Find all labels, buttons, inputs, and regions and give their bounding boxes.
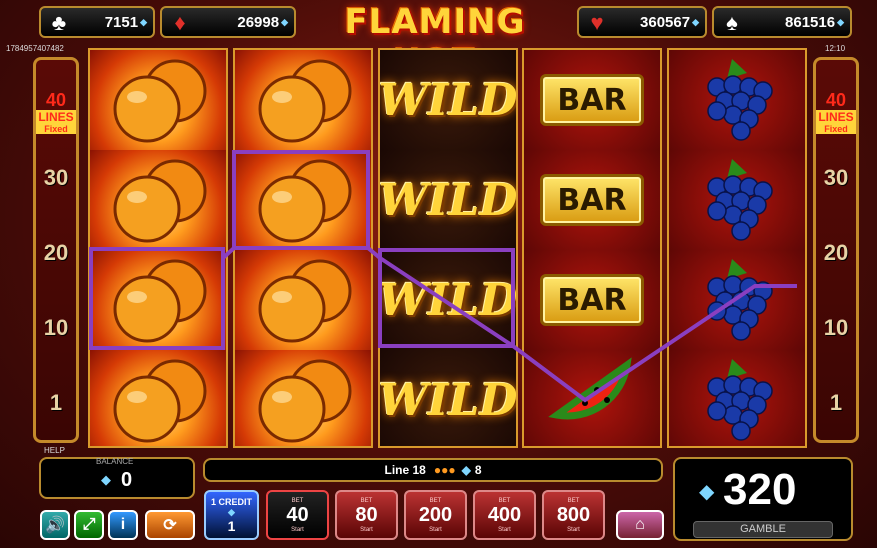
win-value: 320 <box>723 465 797 514</box>
diamond-icon: ◆ <box>228 506 235 517</box>
bet-button-800[interactable]: BET 800 Start <box>542 490 605 540</box>
credit-value: 1 <box>227 517 236 534</box>
credit-label: 1 CREDIT <box>210 496 252 507</box>
balance-panel: BALANCE ◆ 0 <box>39 457 195 499</box>
balance-value: 0 <box>121 469 133 491</box>
orange-icon: ●●● <box>433 463 456 477</box>
sound-icon[interactable]: 🔊 <box>40 510 70 540</box>
diamond-icon: ◆ <box>461 463 471 477</box>
winning-cell-frame <box>232 150 370 250</box>
bet-button-40[interactable]: BET 40 Start <box>266 490 329 540</box>
info-icon[interactable]: i <box>108 510 138 540</box>
bet-button-80[interactable]: BET 80 Start <box>335 490 398 540</box>
winning-cell-frame <box>89 247 225 350</box>
win-panel: ◆ 320 GAMBLE <box>673 457 853 541</box>
win-line-info: Line 18 ●●● ◆ 8 <box>203 458 663 482</box>
bet-start: Start <box>291 526 304 533</box>
bet-value: 80 <box>355 503 378 526</box>
credit-button[interactable]: 1 CREDIT ◆ 1 <box>204 490 259 540</box>
bet-value: 400 <box>487 503 522 526</box>
help-link[interactable]: HELP <box>44 446 65 455</box>
payline-18 <box>221 246 797 403</box>
gamble-button[interactable]: GAMBLE <box>693 521 833 538</box>
bet-start: Start <box>360 526 373 533</box>
autoplay-icon[interactable]: ⟳ <box>145 510 195 540</box>
bet-button-400[interactable]: BET 400 Start <box>473 490 536 540</box>
bet-value: 800 <box>556 503 591 526</box>
home-icon[interactable]: ⌂ <box>616 510 664 540</box>
bet-button-200[interactable]: BET 200 Start <box>404 490 467 540</box>
bet-start: Start <box>498 526 511 533</box>
diamond-icon: ◆ <box>101 472 111 487</box>
win-line-count: 8 <box>474 463 482 477</box>
fullscreen-icon[interactable]: ⤢ <box>74 510 104 540</box>
bet-value: 40 <box>286 503 309 526</box>
bet-value: 200 <box>418 503 453 526</box>
bet-start: Start <box>567 526 580 533</box>
diamond-icon: ◆ <box>699 481 715 503</box>
balance-label: BALANCE <box>96 457 134 466</box>
win-line-text: Line 18 <box>384 463 426 477</box>
bet-start: Start <box>429 526 442 533</box>
